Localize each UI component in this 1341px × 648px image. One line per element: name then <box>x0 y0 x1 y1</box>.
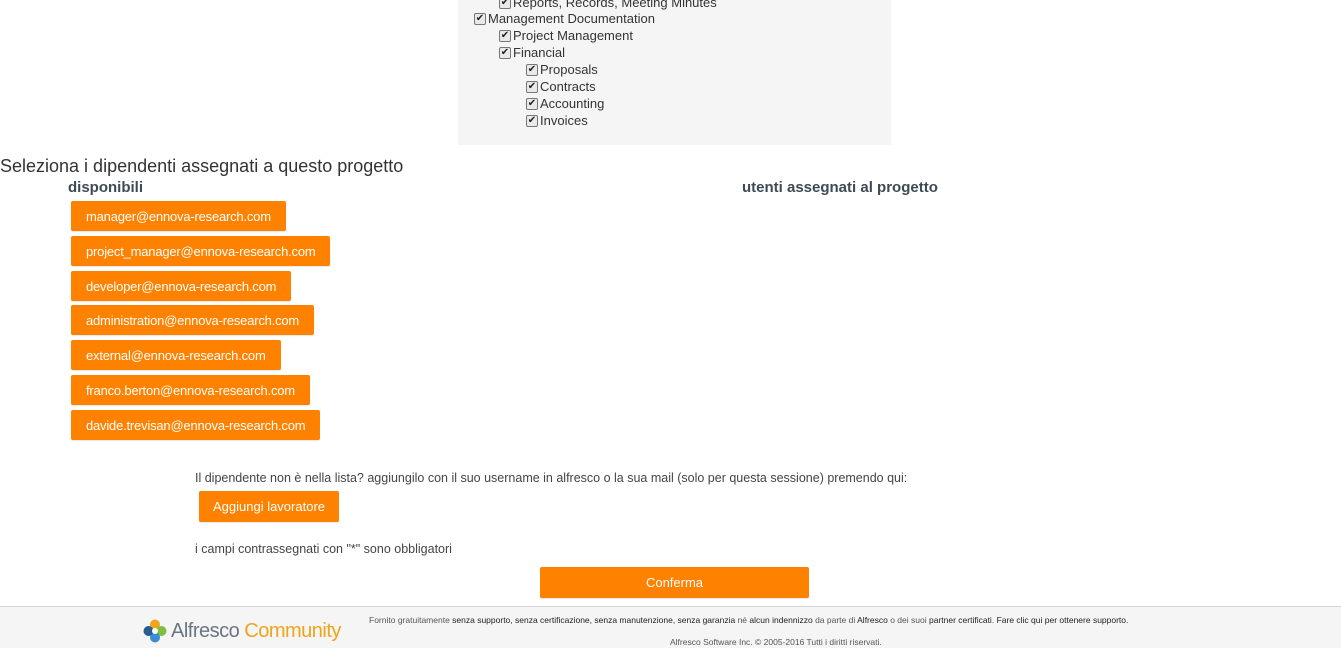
footer-text: da parte di <box>812 615 858 625</box>
available-header: disponibili <box>68 179 143 196</box>
tree-item-label: Accounting <box>540 96 605 111</box>
user-button-franco-berton[interactable]: franco.berton@ennova-research.com <box>71 375 310 405</box>
folder-tree-panel: ✔ Reports, Records, Meeting Minutes ✔ Ma… <box>458 0 891 145</box>
tree-item-project-management[interactable]: ✔ Project Management <box>499 27 633 44</box>
footer-text: Fornito gratuitamente <box>369 615 453 625</box>
checkbox[interactable]: ✔ <box>499 29 511 42</box>
section-title: Seleziona i dipendenti assegnati a quest… <box>0 156 404 176</box>
user-button-developer[interactable]: developer@ennova-research.com <box>71 271 292 301</box>
required-fields-note: i campi contrassegnati con "*" sono obbl… <box>195 542 452 556</box>
checkbox[interactable]: ✔ <box>526 114 538 127</box>
tree-item-proposals[interactable]: ✔ Proposals <box>526 61 598 78</box>
tree-item-financial[interactable]: ✔ Financial <box>499 44 565 61</box>
footer-copyright: Alfresco Software Inc. © 2005-2016 Tutti… <box>670 637 882 647</box>
footer: Alfresco Community Fornito gratuitamente… <box>0 606 1341 648</box>
checkbox[interactable]: ✔ <box>526 80 538 93</box>
tree-item-label: Invoices <box>540 113 588 128</box>
add-worker-hint: Il dipendente non è nella lista? aggiung… <box>195 471 908 485</box>
tree-item-invoices[interactable]: ✔ Invoices <box>526 112 588 129</box>
assigned-header: utenti assegnati al progetto <box>742 179 938 196</box>
tree-item-label: Reports, Records, Meeting Minutes <box>513 0 717 10</box>
alfresco-community-logo[interactable]: Alfresco Community <box>142 618 341 644</box>
tree-item-contracts[interactable]: ✔ Contracts <box>526 78 596 95</box>
footer-disclaimer: Fornito gratuitamente senza supporto, se… <box>369 615 1128 625</box>
alfresco-flower-icon <box>143 619 167 643</box>
tree-item-accounting[interactable]: ✔ Accounting <box>526 95 604 112</box>
checkbox[interactable]: ✔ <box>499 46 511 59</box>
footer-text-bold: partner certificati <box>928 615 992 625</box>
support-link[interactable]: Fare clic qui per ottenere supporto. <box>997 615 1129 625</box>
tree-item-management-documentation[interactable]: ✔ Management Documentation <box>474 10 655 27</box>
tree-item-label: Proposals <box>540 62 598 77</box>
user-button-manager[interactable]: manager@ennova-research.com <box>71 201 286 231</box>
logo-word-alfresco: Alfresco <box>171 619 240 642</box>
footer-text-bold: alcun indennizzo <box>749 615 813 625</box>
checkbox[interactable]: ✔ <box>526 97 538 110</box>
logo-word-community: Community <box>244 619 341 642</box>
assigned-users-list[interactable] <box>742 201 1142 441</box>
tree-item-label: Management Documentation <box>488 11 655 26</box>
footer-text: o dei suoi <box>887 615 929 625</box>
checkbox[interactable]: ✔ <box>526 63 538 76</box>
footer-text-bold: Alfresco <box>857 615 888 625</box>
user-button-project-manager[interactable]: project_manager@ennova-research.com <box>71 236 331 266</box>
tree-item-label: Financial <box>513 45 566 60</box>
confirm-button[interactable]: Conferma <box>540 567 809 598</box>
add-worker-button[interactable]: Aggiungi lavoratore <box>199 491 339 522</box>
user-button-davide-trevisan[interactable]: davide.trevisan@ennova-research.com <box>71 410 321 440</box>
tree-item-label: Project Management <box>513 28 633 43</box>
user-button-administration[interactable]: administration@ennova-research.com <box>71 305 315 335</box>
checkbox[interactable]: ✔ <box>499 0 511 9</box>
footer-text: né <box>735 615 750 625</box>
checkbox[interactable]: ✔ <box>474 12 486 25</box>
tree-item-label: Contracts <box>540 79 596 94</box>
user-button-external[interactable]: external@ennova-research.com <box>71 340 281 370</box>
footer-text-bold: senza supporto, senza certificazione, se… <box>452 615 736 625</box>
